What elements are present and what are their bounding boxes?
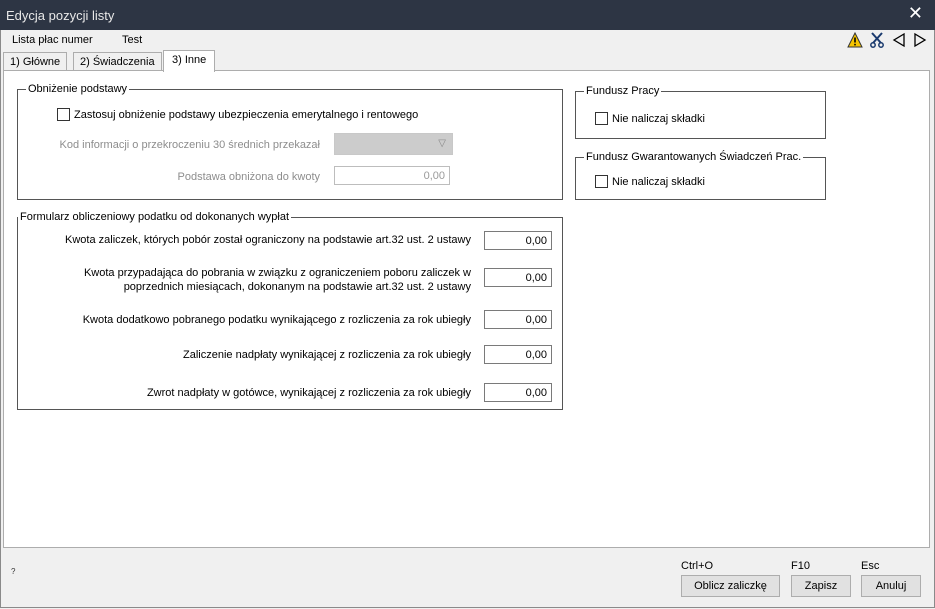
close-icon[interactable]: ✕ — [908, 3, 923, 24]
tab-panel-inne: Obniżenie podstawy Zastosuj obniżenie po… — [3, 70, 930, 548]
formularz-row-5-label: Zwrot nadpłaty w gotówce, wynikającej z … — [146, 387, 471, 399]
formularz-row-2-label-line1: Kwota przypadająca do pobrania w związku… — [83, 267, 471, 279]
checkbox-box[interactable] — [57, 108, 70, 121]
fundusz-pracy-legend: Fundusz Pracy — [586, 85, 660, 97]
oblicz-zaliczke-button[interactable]: Oblicz zaliczkę — [681, 575, 780, 597]
anuluj-button[interactable]: Anuluj — [861, 575, 921, 597]
arrow-right-icon[interactable] — [912, 32, 928, 48]
formularz-row-4-label: Zaliczenie nadpłaty wynikającej z rozlic… — [183, 349, 471, 361]
checkbox-box[interactable] — [595, 112, 608, 125]
warning-icon[interactable] — [847, 32, 863, 48]
title-bar: Edycja pozycji listy ✕ — [0, 0, 935, 30]
obnizenie-checkbox[interactable]: Zastosuj obniżenie podstawy ubezpieczeni… — [57, 108, 418, 121]
obnizenie-checkbox-label: Zastosuj obniżenie podstawy ubezpieczeni… — [74, 108, 419, 121]
arrow-left-icon[interactable] — [891, 32, 907, 48]
formularz-row-1-input[interactable]: 0,00 — [484, 231, 552, 250]
shortcut-anuluj: Esc — [861, 560, 880, 572]
formularz-row-3-label: Kwota dodatkowo pobranego podatku wynika… — [82, 314, 471, 326]
list-number-value: Test — [122, 34, 143, 46]
help-icon[interactable]: ? — [11, 567, 15, 576]
checkbox-box[interactable] — [595, 175, 608, 188]
formularz-legend: Formularz obliczeniowy podatku od dokona… — [20, 211, 290, 223]
podstawa-input[interactable]: 0,00 — [334, 166, 450, 185]
shortcut-oblicz: Ctrl+O — [681, 560, 714, 572]
kod-label: Kod informacji o przekroczeniu 30 średni… — [59, 139, 320, 151]
fgsp-checkbox-label: Nie naliczaj składki — [612, 175, 705, 188]
formularz-row-5-input[interactable]: 0,00 — [484, 383, 552, 402]
obnizenie-legend: Obniżenie podstawy — [28, 83, 128, 95]
scissors-icon[interactable] — [869, 32, 885, 48]
window-title: Edycja pozycji listy — [6, 8, 115, 23]
tab-inne[interactable]: 3) Inne — [163, 50, 216, 72]
zapisz-button[interactable]: Zapisz — [791, 575, 851, 597]
fgsp-legend: Fundusz Gwarantowanych Świadczeń Prac. — [586, 151, 802, 163]
formularz-row-2-label-line2: poprzednich miesiącach, dokonanym na pod… — [123, 281, 471, 293]
list-number-label: Lista płac numer — [12, 34, 93, 46]
shortcut-zapisz: F10 — [791, 560, 810, 572]
formularz-row-3-input[interactable]: 0,00 — [484, 310, 552, 329]
chevron-down-icon: ▽ — [438, 138, 446, 149]
tab-swiadczenia[interactable]: 2) Świadczenia — [73, 52, 162, 72]
tab-glowne[interactable]: 1) Główne — [3, 52, 68, 72]
kod-select[interactable]: ▽ — [334, 133, 453, 155]
formularz-row-1-label: Kwota zaliczek, których pobór został ogr… — [65, 234, 471, 246]
fundusz-pracy-checkbox-label: Nie naliczaj składki — [612, 112, 705, 125]
podstawa-label: Podstawa obniżona do kwoty — [177, 171, 320, 183]
fgsp-checkbox[interactable]: Nie naliczaj składki — [595, 175, 705, 188]
fundusz-pracy-checkbox[interactable]: Nie naliczaj składki — [595, 112, 705, 125]
formularz-row-2-input[interactable]: 0,00 — [484, 268, 552, 287]
formularz-row-4-input[interactable]: 0,00 — [484, 345, 552, 364]
